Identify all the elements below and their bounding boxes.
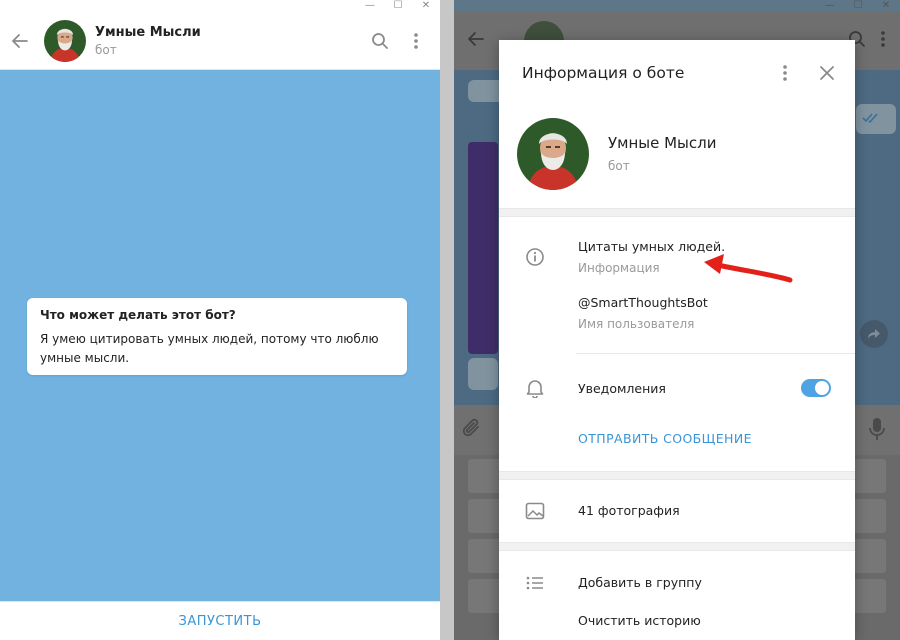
double-check-icon	[862, 113, 878, 124]
profile-section: Умные Мысли бот	[499, 106, 855, 248]
username-label: Имя пользователя	[578, 317, 695, 331]
photos-link[interactable]: 41 фотография	[578, 503, 680, 518]
right-window-controls: — ☐ ✕	[816, 0, 900, 12]
divider	[576, 353, 855, 354]
search-icon[interactable]	[368, 29, 392, 53]
back-arrow-icon[interactable]	[466, 29, 490, 53]
profile-subtitle: бот	[608, 159, 630, 173]
media-preview	[468, 142, 498, 354]
close-icon[interactable]	[813, 59, 841, 87]
more-vertical-icon[interactable]	[404, 29, 428, 53]
section-divider	[499, 542, 855, 551]
close-window-button[interactable]: ✕	[872, 0, 900, 12]
start-button[interactable]: ЗАПУСТИТЬ	[178, 614, 261, 629]
section-divider	[499, 208, 855, 217]
dialog-header: Информация о боте	[499, 40, 855, 106]
chat-header: Умные Мысли бот	[0, 12, 440, 70]
bot-card-title: Что может делать этот бот?	[40, 308, 236, 322]
bot-description-card: Что может делать этот бот? Я умею цитиро…	[27, 298, 407, 375]
more-vertical-icon[interactable]	[880, 30, 886, 52]
chat-subtitle: бот	[95, 42, 117, 57]
minimize-button[interactable]: —	[356, 0, 384, 12]
paperclip-icon[interactable]	[462, 417, 484, 445]
message-bubble	[856, 104, 896, 134]
window-gap	[440, 0, 454, 640]
dialog-title: Информация о боте	[522, 64, 685, 82]
chat-title[interactable]: Умные Мысли	[95, 24, 368, 42]
avatar[interactable]	[517, 118, 589, 190]
add-to-group-button[interactable]: Добавить в группу	[578, 575, 702, 590]
notifications-label: Уведомления	[578, 381, 666, 396]
annotation-arrow-icon	[704, 254, 793, 283]
maximize-button[interactable]: ☐	[384, 0, 412, 12]
minimize-button[interactable]: —	[816, 0, 844, 12]
avatar[interactable]	[44, 19, 86, 62]
share-icon[interactable]	[860, 320, 888, 348]
about-label: Информация	[578, 261, 660, 275]
left-chat-window: — ☐ ✕ Умные Мысли бот Что может делать э…	[0, 0, 440, 640]
close-window-button[interactable]: ✕	[412, 0, 440, 12]
bot-card-text: Я умею цитировать умных людей, потому чт…	[40, 332, 379, 365]
notifications-toggle[interactable]	[801, 379, 831, 397]
clear-history-button[interactable]: Очистить историю	[578, 613, 701, 628]
more-vertical-icon[interactable]	[771, 59, 799, 87]
image-icon	[523, 499, 547, 523]
send-message-button[interactable]: ОТПРАВИТЬ СООБЩЕНИЕ	[578, 431, 752, 446]
bot-info-dialog: Информация о боте Умные Мысли бот Цитаты…	[499, 40, 855, 640]
message-bubble	[468, 358, 498, 390]
microphone-icon[interactable]	[868, 417, 886, 445]
info-icon	[523, 245, 547, 269]
list-icon	[523, 571, 547, 595]
left-window-controls: — ☐ ✕	[356, 0, 440, 12]
bell-icon	[523, 376, 547, 400]
back-arrow-icon[interactable]	[2, 23, 38, 59]
maximize-button[interactable]: ☐	[844, 0, 872, 12]
toggle-knob	[815, 381, 829, 395]
start-bar: ЗАПУСТИТЬ	[0, 601, 440, 640]
username-value[interactable]: @SmartThoughtsBot	[578, 295, 708, 310]
profile-name: Умные Мысли	[608, 134, 717, 152]
section-divider	[499, 471, 855, 480]
